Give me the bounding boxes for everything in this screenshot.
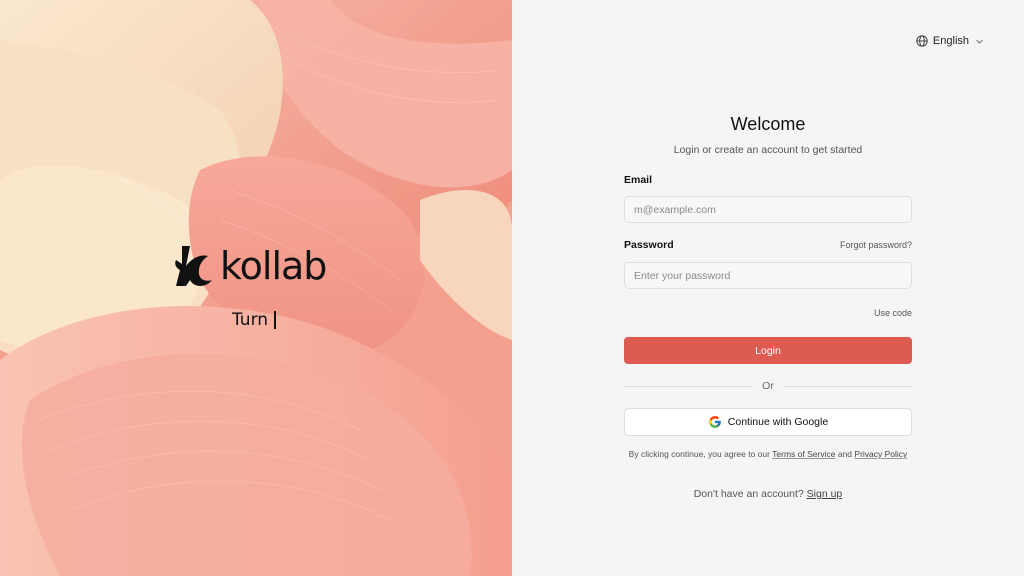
signup-prompt-text: Don't have an account? — [693, 488, 804, 500]
email-field[interactable] — [624, 196, 912, 223]
signup-link[interactable]: Sign up — [807, 488, 843, 500]
terms-notice: By clicking continue, you agree to our T… — [624, 448, 912, 460]
google-icon — [708, 416, 721, 428]
google-button-label: Continue with Google — [727, 416, 829, 428]
signup-prompt: Don't have an account? Sign up — [512, 488, 1024, 500]
terms-of-service-link[interactable]: Terms of Service — [772, 449, 835, 459]
email-label: Email — [624, 174, 653, 186]
login-panel: English Welcome Login or create an accou… — [512, 0, 1024, 576]
use-code-link[interactable]: Use code — [874, 308, 912, 318]
typing-caret — [274, 311, 277, 329]
divider-line — [783, 385, 913, 387]
password-label: Password — [624, 239, 674, 251]
hero-panel: kollab Turn — [0, 0, 512, 576]
divider-line — [624, 385, 753, 387]
page-title: Welcome — [730, 114, 806, 134]
typing-text: Turn — [232, 310, 269, 330]
language-selector[interactable]: English — [916, 35, 984, 47]
brand-logo: kollab — [172, 244, 327, 288]
page-subtitle: Login or create an account to get starte… — [673, 144, 863, 156]
password-field[interactable] — [624, 262, 912, 289]
privacy-policy-link[interactable]: Privacy Policy — [854, 449, 907, 459]
globe-icon — [916, 35, 928, 47]
login-button[interactable]: Login — [624, 337, 912, 364]
forgot-password-link[interactable]: Forgot password? — [840, 240, 912, 250]
terms-prefix: By clicking continue, you agree to our — [628, 449, 770, 459]
chevron-down-icon — [976, 39, 983, 44]
divider-text: Or — [762, 380, 774, 392]
or-divider: Or — [624, 380, 913, 392]
terms-and: and — [837, 449, 853, 459]
google-login-button[interactable]: Continue with Google — [624, 408, 912, 436]
kollab-logo-icon — [175, 246, 212, 286]
petal-background — [0, 0, 512, 576]
typing-tagline: Turn — [232, 310, 277, 330]
brand-name: kollab — [220, 244, 327, 288]
language-label: English — [932, 35, 969, 47]
